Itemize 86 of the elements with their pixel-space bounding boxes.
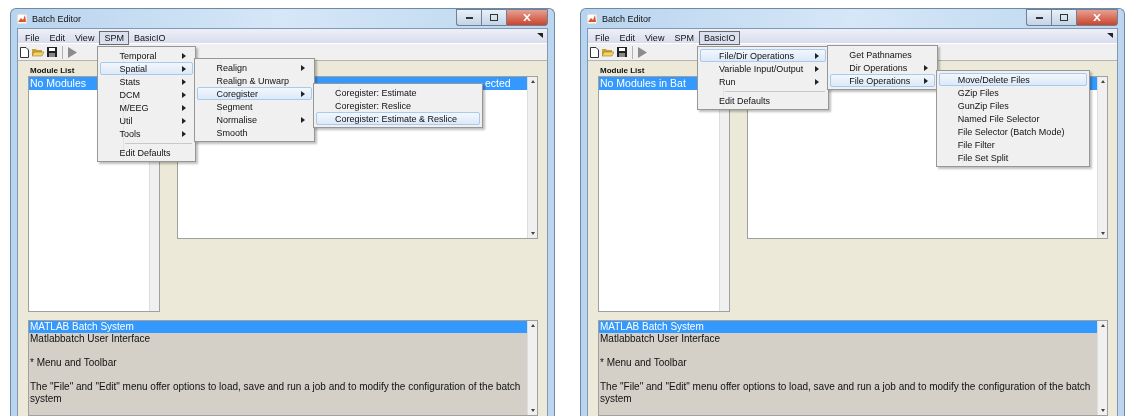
help-line[interactable]: The "File" and "Edit" menu offer options to load, save and run a job and to modify the configuration of the batch system bbox=[599, 369, 1097, 405]
menu-item[interactable]: GZip Files bbox=[938, 86, 1088, 99]
scroll-up-icon[interactable] bbox=[1100, 324, 1105, 327]
minimize-button[interactable] bbox=[1026, 9, 1051, 26]
menu-item[interactable]: Tools bbox=[100, 127, 194, 140]
scroll-up-icon[interactable] bbox=[530, 80, 535, 83]
scrollbar[interactable] bbox=[1097, 77, 1107, 238]
window-title: Batch Editor bbox=[32, 13, 83, 24]
scroll-down-icon[interactable] bbox=[1100, 409, 1105, 412]
list-label: Module List bbox=[30, 65, 75, 75]
minimize-icon bbox=[465, 16, 473, 19]
menu-item[interactable]: File Selector (Batch Mode) bbox=[938, 125, 1088, 138]
menu-item[interactable]: Get Pathnames bbox=[830, 48, 935, 61]
menu-bar-item[interactable]: View bbox=[640, 31, 670, 45]
menu-item[interactable]: Coregister: Estimate bbox=[315, 86, 480, 99]
menu-item[interactable]: Realign & Unwarp bbox=[197, 74, 312, 87]
new-document-icon[interactable] bbox=[590, 46, 599, 58]
maximize-icon bbox=[1060, 14, 1068, 21]
submenu-arrow-icon bbox=[300, 90, 305, 97]
menu-item[interactable]: Smooth bbox=[197, 126, 312, 139]
menu-bar-item[interactable]: SPM bbox=[99, 31, 129, 45]
menu-item[interactable]: File/Dir Operations bbox=[699, 49, 827, 62]
menu-item[interactable]: GunZip Files bbox=[938, 99, 1088, 112]
save-icon[interactable] bbox=[47, 47, 57, 57]
maximize-icon bbox=[490, 14, 498, 21]
menu-item[interactable]: Util bbox=[100, 114, 194, 127]
close-icon bbox=[523, 14, 531, 21]
window-title: Batch Editor bbox=[602, 13, 653, 24]
list-label: Module List bbox=[600, 65, 645, 75]
scroll-up-icon[interactable] bbox=[530, 324, 535, 327]
scroll-down-icon[interactable] bbox=[530, 409, 535, 412]
maximize-button[interactable] bbox=[481, 9, 506, 26]
app-icon bbox=[587, 13, 597, 24]
menu-item[interactable]: Variable Input/Output bbox=[699, 62, 827, 75]
menu-item[interactable]: Edit Defaults bbox=[699, 94, 827, 107]
menu-item[interactable]: Spatial bbox=[100, 62, 194, 75]
menu-item[interactable]: Coregister: Estimate & Reslice bbox=[315, 112, 480, 125]
menu-bar-item[interactable]: BasicIO bbox=[698, 31, 741, 45]
menu-item[interactable]: Move/Delete Files bbox=[938, 73, 1088, 86]
menu-item[interactable]: File Set Split bbox=[938, 151, 1088, 164]
app-icon bbox=[17, 13, 27, 24]
help-line[interactable]: * Menu and Toolbar bbox=[29, 345, 527, 369]
scroll-up-icon[interactable] bbox=[1100, 80, 1105, 83]
menu-item[interactable]: Named File Selector bbox=[938, 112, 1088, 125]
run-icon[interactable] bbox=[68, 46, 77, 58]
menu-bar-item[interactable]: SPM bbox=[669, 31, 699, 45]
menu-item[interactable]: Coregister bbox=[197, 87, 312, 100]
menu-item[interactable]: Normalise bbox=[197, 113, 312, 126]
submenu-arrow-icon bbox=[300, 116, 305, 123]
menu-item[interactable]: DCM bbox=[100, 88, 194, 101]
menu-item[interactable]: File Filter bbox=[938, 138, 1088, 151]
menu-bar-item[interactable]: Edit bbox=[44, 31, 71, 45]
help-line[interactable]: Matlabbatch User Interface bbox=[599, 333, 1097, 345]
menu-bar-item[interactable]: BasicIO bbox=[128, 31, 171, 45]
scrollbar[interactable] bbox=[527, 77, 537, 238]
close-button[interactable] bbox=[506, 9, 548, 26]
submenu-arrow-icon bbox=[300, 64, 305, 71]
close-icon bbox=[1093, 14, 1101, 21]
menu-bar-item[interactable]: File bbox=[20, 31, 45, 45]
dock-icon[interactable] bbox=[537, 33, 543, 38]
new-document-icon[interactable] bbox=[20, 46, 29, 58]
close-button[interactable] bbox=[1076, 9, 1118, 26]
menu-item[interactable]: Temporal bbox=[100, 49, 194, 62]
menu-item[interactable]: Dir Operations bbox=[830, 61, 935, 74]
menu-item[interactable]: File Operations bbox=[830, 74, 935, 87]
save-icon[interactable] bbox=[617, 47, 627, 57]
help-line[interactable]: Matlabbatch User Interface bbox=[29, 333, 527, 345]
dock-icon[interactable] bbox=[1107, 33, 1113, 38]
menu-bar-item[interactable]: Edit bbox=[614, 31, 641, 45]
scroll-down-icon[interactable] bbox=[1100, 232, 1105, 235]
help-line[interactable]: The "File" and "Edit" menu offer options to load, save and run a job and to modify the configuration of the batch system bbox=[29, 369, 527, 405]
scrollbar[interactable] bbox=[1097, 321, 1107, 415]
menu-item[interactable]: Edit Defaults bbox=[100, 146, 194, 159]
minimize-icon bbox=[1035, 16, 1043, 19]
run-icon[interactable] bbox=[638, 46, 647, 58]
menu-item[interactable]: Coregister: Reslice bbox=[315, 99, 480, 112]
scroll-down-icon[interactable] bbox=[530, 232, 535, 235]
minimize-button[interactable] bbox=[456, 9, 481, 26]
maximize-button[interactable] bbox=[1051, 9, 1076, 26]
menu-item[interactable]: Segment bbox=[197, 100, 312, 113]
menu-bar-item[interactable]: File bbox=[590, 31, 615, 45]
scrollbar[interactable] bbox=[527, 321, 537, 415]
menu-bar-item[interactable]: View bbox=[70, 31, 100, 45]
menu-item[interactable]: M/EEG bbox=[100, 101, 194, 114]
menu-item[interactable]: Realign bbox=[197, 61, 312, 74]
help-line[interactable]: * Menu and Toolbar bbox=[599, 345, 1097, 369]
